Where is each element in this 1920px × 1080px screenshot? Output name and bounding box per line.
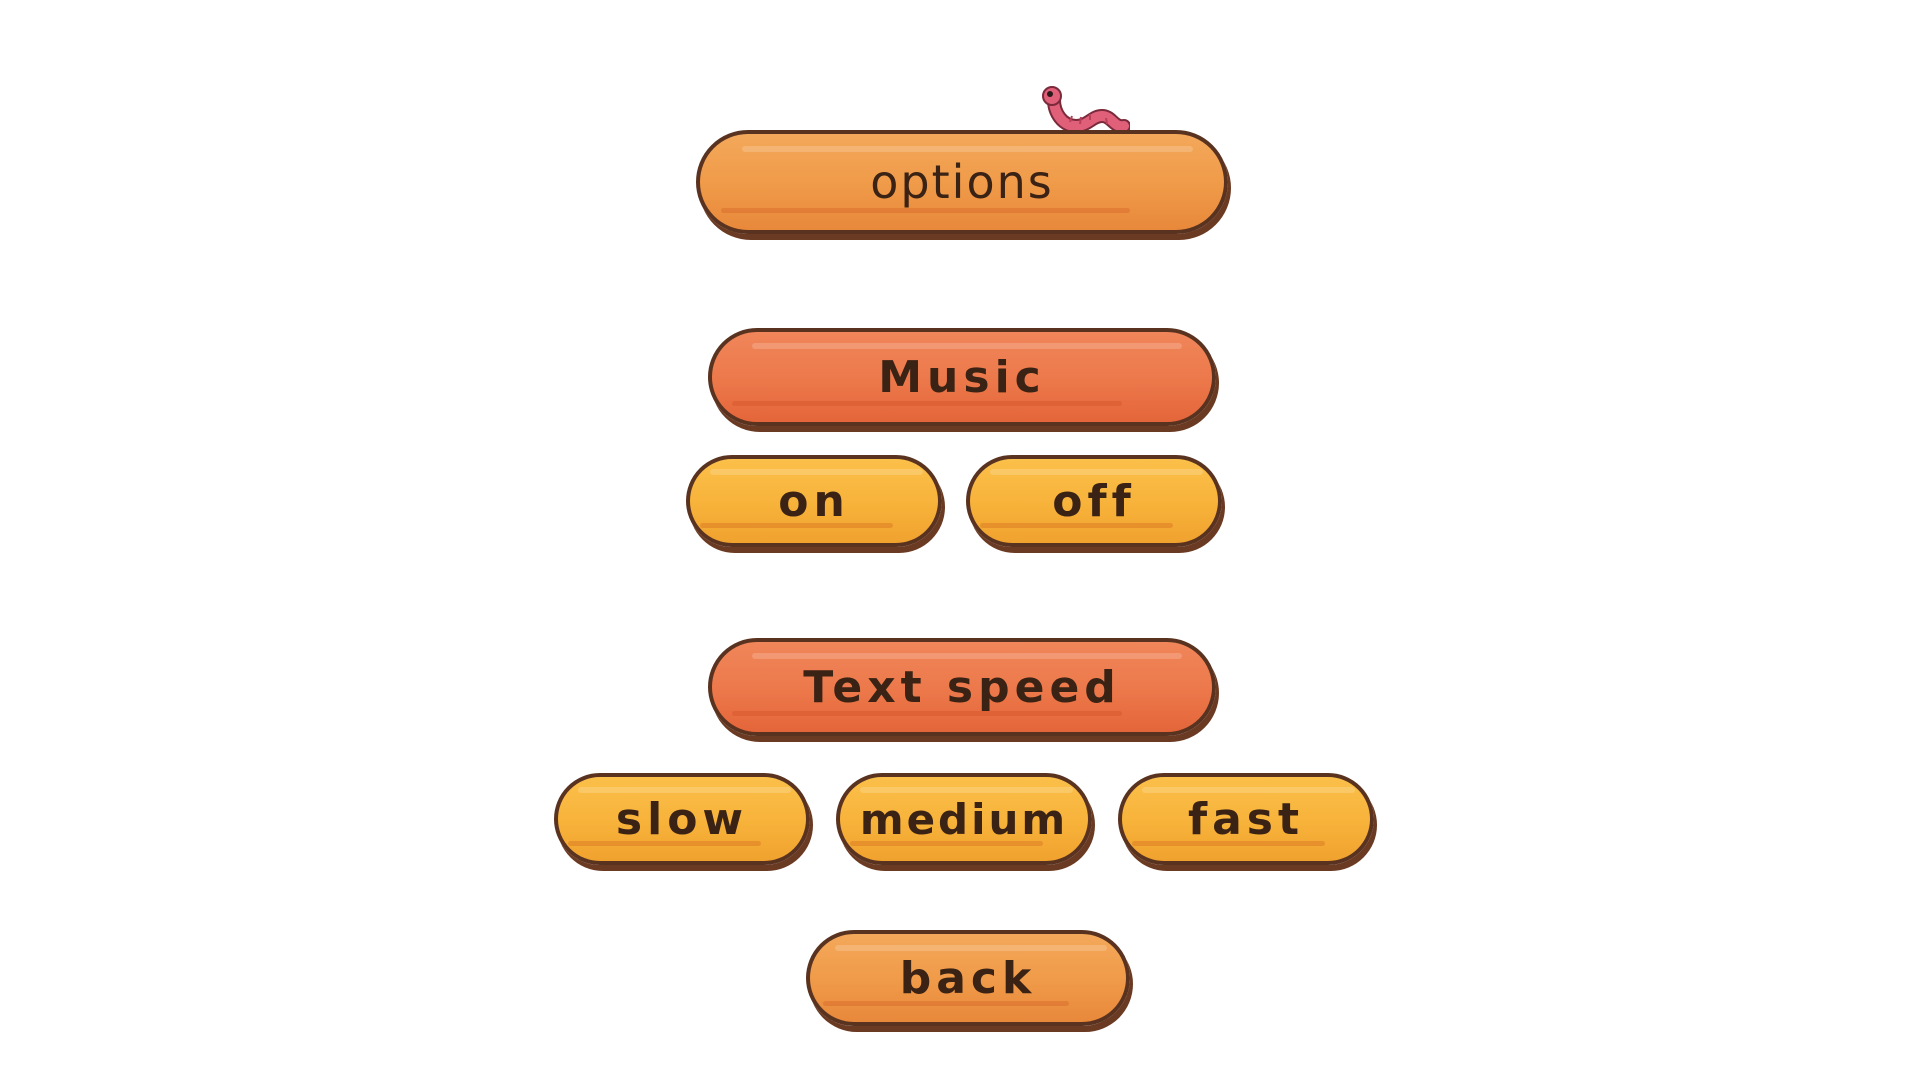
- options-title: options: [870, 155, 1054, 209]
- text-speed-medium-button[interactable]: medium: [836, 773, 1092, 865]
- back-button[interactable]: back: [806, 930, 1130, 1026]
- music-label: Music: [878, 351, 1046, 403]
- text-speed-medium-label: medium: [859, 794, 1069, 844]
- text-speed-slow-button[interactable]: slow: [554, 773, 810, 865]
- options-title-plank: options: [696, 130, 1228, 234]
- text-speed-label: Text speed: [803, 661, 1121, 713]
- music-off-label: off: [1052, 475, 1136, 527]
- text-speed-fast-button[interactable]: fast: [1118, 773, 1374, 865]
- music-on-label: on: [778, 475, 850, 527]
- text-speed-fast-label: fast: [1187, 793, 1305, 845]
- text-speed-slow-label: slow: [615, 793, 749, 845]
- music-section-header: Music: [708, 328, 1216, 426]
- options-screen: options Music on off Text speed slow med…: [0, 0, 1920, 1080]
- back-label: back: [899, 952, 1037, 1004]
- music-on-button[interactable]: on: [686, 455, 942, 547]
- music-off-button[interactable]: off: [966, 455, 1222, 547]
- text-speed-section-header: Text speed: [708, 638, 1216, 736]
